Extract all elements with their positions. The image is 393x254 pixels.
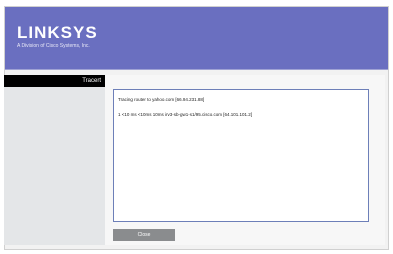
- linksys-logo: Linksys A Division of Cisco Systems, Inc…: [17, 24, 98, 50]
- brand-name: Linksys: [17, 23, 98, 42]
- header-banner: Linksys A Division of Cisco Systems, Inc…: [5, 7, 388, 69]
- output-line: Tracing router to yahoo.com [66.94.231.8…: [118, 97, 205, 102]
- header-divider: [5, 69, 388, 70]
- close-button[interactable]: Close: [113, 229, 175, 241]
- section-title: Tracert: [4, 75, 105, 87]
- output-line: 1 <10 ms <10ms 10ms irv3-sb-gw1-s1/95.ci…: [118, 112, 253, 117]
- tracert-output[interactable]: Tracing router to yahoo.com [66.94.231.8…: [113, 89, 369, 222]
- brand-subtitle: A Division of Cisco Systems, Inc.: [17, 43, 90, 49]
- sidebar: [4, 75, 105, 245]
